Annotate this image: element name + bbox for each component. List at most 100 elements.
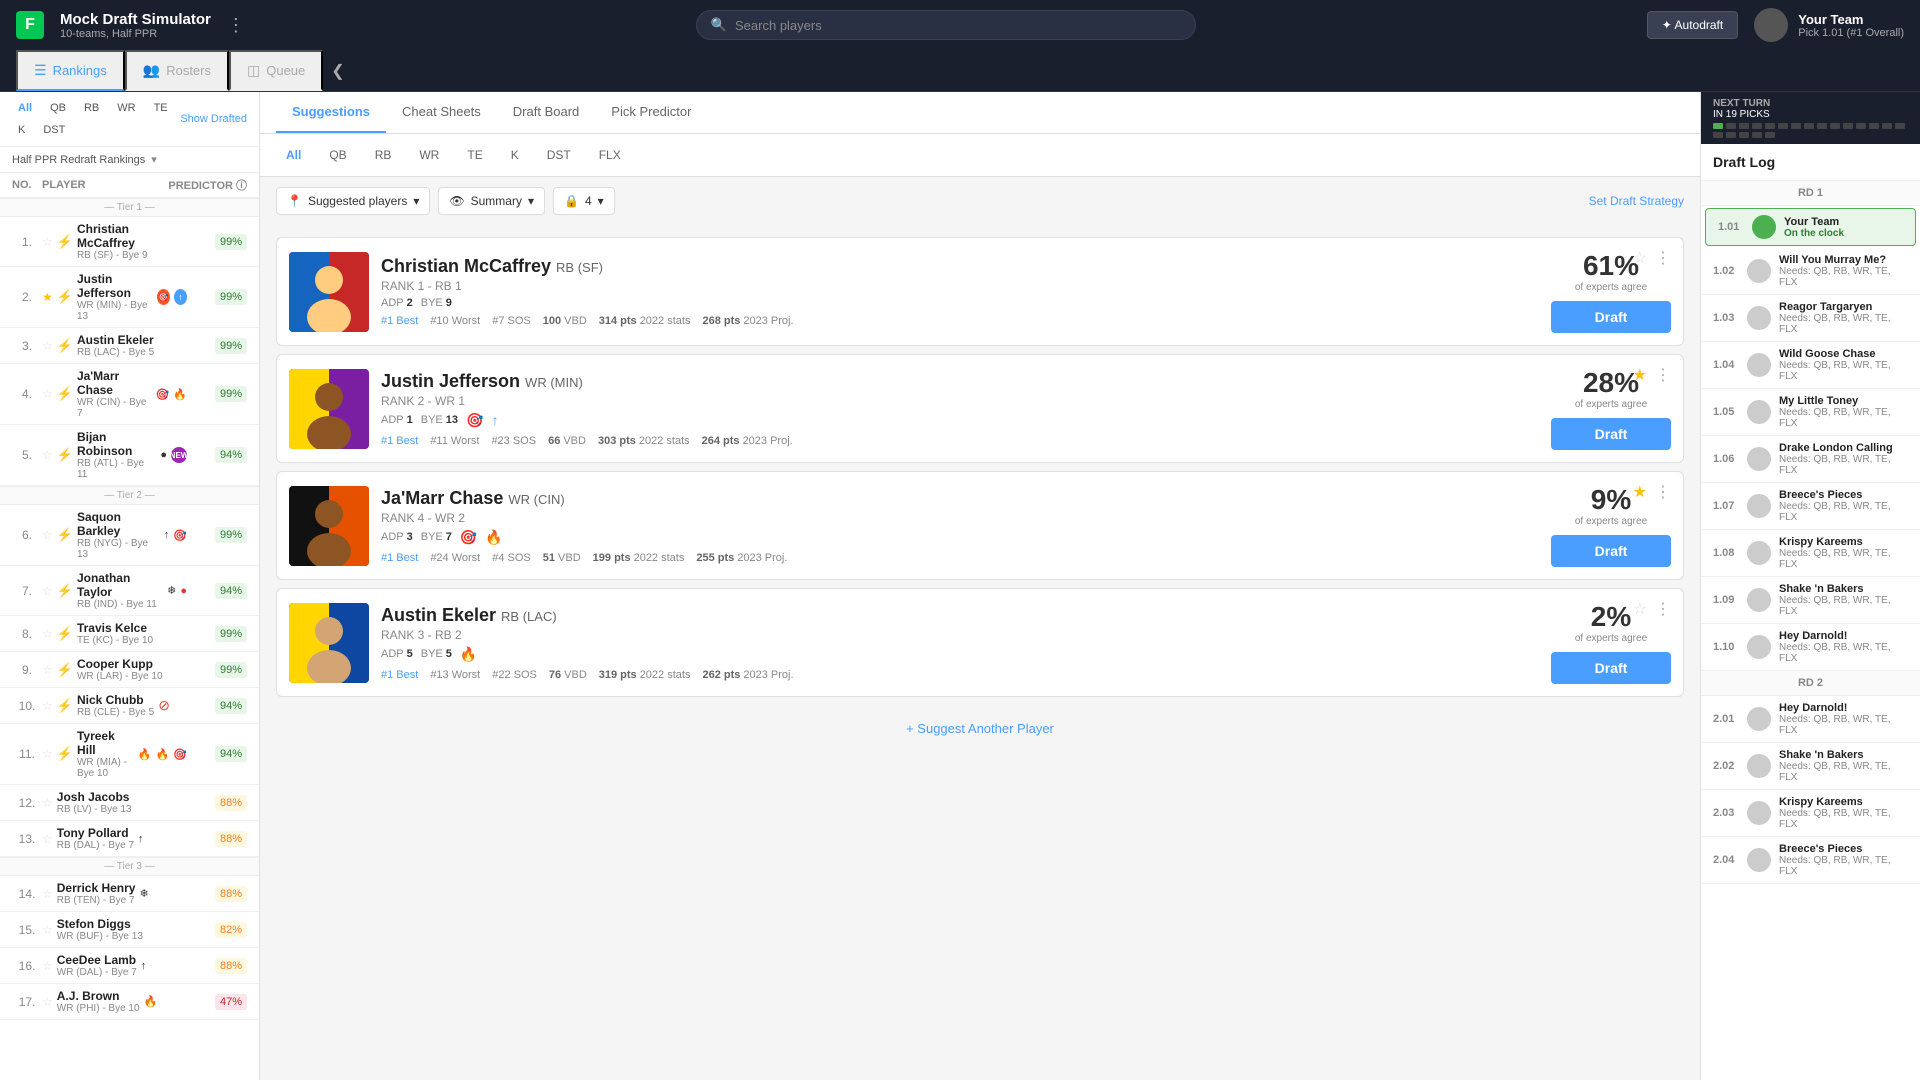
list-item[interactable]: 9. ☆ ⚡ Cooper Kupp WR (LAR) - Bye 10 99% (0, 652, 259, 688)
autodraft-button[interactable]: ✦ Autodraft (1647, 11, 1738, 39)
draft-button-chase[interactable]: Draft (1551, 535, 1671, 567)
star-icon[interactable]: ☆ (42, 528, 53, 542)
lock-dropdown[interactable]: 🔒 4 ▾ (553, 187, 615, 215)
tab-queue[interactable]: ◫ Queue (229, 50, 323, 91)
draft-pick-203[interactable]: 2.03 Krispy Kareems Needs: QB, RB, WR, T… (1701, 790, 1920, 837)
tab-suggestions[interactable]: Suggestions (276, 92, 386, 133)
pick-avatar (1747, 588, 1771, 612)
menu-icon[interactable]: ⋮ (227, 15, 245, 36)
card-stats: #1 Best #13 Worst #22 SOS 76 VBD 319 pts… (381, 669, 1539, 681)
card-star-icon[interactable]: ★ (1633, 482, 1647, 502)
list-item[interactable]: 4. ☆ ⚡ Ja'Marr Chase WR (CIN) - Bye 7 🎯 … (0, 364, 259, 425)
draft-pick-105[interactable]: 1.05 My Little Toney Needs: QB, RB, WR, … (1701, 389, 1920, 436)
star-icon[interactable]: ☆ (42, 627, 53, 641)
set-strategy-link[interactable]: Set Draft Strategy (1589, 194, 1684, 208)
card-menu-icon[interactable]: ⋮ (1655, 248, 1671, 268)
pos-filter-qb[interactable]: QB (44, 100, 72, 116)
suggested-players-dropdown[interactable]: 📍 Suggested players ▾ (276, 187, 430, 215)
list-item[interactable]: 11. ☆ ⚡ Tyreek Hill WR (MIA) - Bye 10 🔥 … (0, 724, 259, 785)
rankings-filter-arrow[interactable]: ▾ (151, 153, 157, 166)
nav-collapse-button[interactable]: ❮ (323, 50, 352, 91)
list-item[interactable]: 1. ☆ ⚡ Christian McCaffrey RB (SF) - Bye… (0, 217, 259, 267)
draft-pick-103[interactable]: 1.03 Reagor Targaryen Needs: QB, RB, WR,… (1701, 295, 1920, 342)
star-icon[interactable]: ☆ (42, 747, 53, 761)
card-menu-icon[interactable]: ⋮ (1655, 599, 1671, 619)
list-item[interactable]: 12. ☆ Josh Jacobs RB (LV) - Bye 13 88% (0, 785, 259, 821)
star-icon[interactable]: ☆ (42, 699, 53, 713)
star-icon[interactable]: ☆ (42, 796, 53, 810)
pos-filter-wr[interactable]: WR (111, 100, 141, 116)
main-filter-all[interactable]: All (276, 144, 311, 166)
card-star-icon[interactable]: ☆ (1633, 248, 1647, 268)
card-menu-icon[interactable]: ⋮ (1655, 482, 1671, 502)
star-icon[interactable]: ☆ (42, 235, 53, 249)
star-icon[interactable]: ☆ (42, 448, 53, 462)
draft-pick-106[interactable]: 1.06 Drake London Calling Needs: QB, RB,… (1701, 436, 1920, 483)
main-filter-wr[interactable]: WR (409, 144, 449, 166)
star-icon[interactable]: ☆ (42, 339, 53, 353)
draft-pick-107[interactable]: 1.07 Breece's Pieces Needs: QB, RB, WR, … (1701, 483, 1920, 530)
list-item[interactable]: 2. ★ ⚡ Justin Jefferson WR (MIN) - Bye 1… (0, 267, 259, 328)
search-input[interactable] (735, 18, 1181, 33)
draft-pick-101[interactable]: 1.01 Your Team On the clock (1705, 208, 1916, 246)
draft-button-jefferson[interactable]: Draft (1551, 418, 1671, 450)
list-item[interactable]: 15. ☆ Stefon Diggs WR (BUF) - Bye 13 82% (0, 912, 259, 948)
list-item[interactable]: 3. ☆ ⚡ Austin Ekeler RB (LAC) - Bye 5 99… (0, 328, 259, 364)
predictor-score: 82% (215, 922, 247, 938)
draft-pick-102[interactable]: 1.02 Will You Murray Me? Needs: QB, RB, … (1701, 248, 1920, 295)
draft-pick-201[interactable]: 2.01 Hey Darnold! Needs: QB, RB, WR, TE,… (1701, 696, 1920, 743)
summary-dropdown[interactable]: 👁 Summary ▾ (438, 187, 545, 215)
card-star-icon[interactable]: ★ (1633, 365, 1647, 385)
draft-pick-202[interactable]: 2.02 Shake 'n Bakers Needs: QB, RB, WR, … (1701, 743, 1920, 790)
tab-rankings[interactable]: ☰ Rankings (16, 50, 125, 91)
pos-filter-dst[interactable]: DST (37, 122, 71, 138)
list-item[interactable]: 17. ☆ A.J. Brown WR (PHI) - Bye 10 🔥 47% (0, 984, 259, 1020)
list-item[interactable]: 13. ☆ Tony Pollard RB (DAL) - Bye 7 ↑ 88… (0, 821, 259, 857)
suggest-another-link[interactable]: + Suggest Another Player (276, 705, 1684, 752)
draft-button-ekeler[interactable]: Draft (1551, 652, 1671, 684)
draft-pick-110[interactable]: 1.10 Hey Darnold! Needs: QB, RB, WR, TE,… (1701, 624, 1920, 671)
star-icon[interactable]: ☆ (42, 832, 53, 846)
list-item[interactable]: 8. ☆ ⚡ Travis Kelce TE (KC) - Bye 10 99% (0, 616, 259, 652)
tab-draft-board[interactable]: Draft Board (497, 92, 595, 133)
star-icon[interactable]: ☆ (42, 923, 53, 937)
main-filter-qb[interactable]: QB (319, 144, 356, 166)
star-icon[interactable]: ☆ (42, 584, 53, 598)
tab-rosters[interactable]: 👥 Rosters (125, 50, 229, 91)
star-icon[interactable]: ☆ (42, 387, 53, 401)
list-item[interactable]: 14. ☆ Derrick Henry RB (TEN) - Bye 7 ❄ 8… (0, 876, 259, 912)
pos-filter-te[interactable]: TE (148, 100, 174, 116)
target-icon: 🎯 (156, 388, 170, 401)
star-icon[interactable]: ☆ (42, 887, 53, 901)
card-menu-icon[interactable]: ⋮ (1655, 365, 1671, 385)
show-drafted-button[interactable]: Show Drafted (180, 113, 247, 125)
star-icon[interactable]: ★ (42, 290, 53, 304)
main-filter-k[interactable]: K (501, 144, 529, 166)
pos-filter-all[interactable]: All (12, 100, 38, 116)
main-filter-dst[interactable]: DST (537, 144, 581, 166)
pos-filter-rb[interactable]: RB (78, 100, 105, 116)
tab-pick-predictor[interactable]: Pick Predictor (595, 92, 707, 133)
list-item[interactable]: 7. ☆ ⚡ Jonathan Taylor RB (IND) - Bye 11… (0, 566, 259, 616)
star-icon[interactable]: ☆ (42, 663, 53, 677)
pos-filter-k[interactable]: K (12, 122, 31, 138)
main-filter-flx[interactable]: FLX (589, 144, 631, 166)
pick-avatar (1747, 541, 1771, 565)
star-icon[interactable]: ☆ (42, 959, 53, 973)
draft-pick-104[interactable]: 1.04 Wild Goose Chase Needs: QB, RB, WR,… (1701, 342, 1920, 389)
draft-pick-109[interactable]: 1.09 Shake 'n Bakers Needs: QB, RB, WR, … (1701, 577, 1920, 624)
main-filter-te[interactable]: TE (457, 144, 492, 166)
tab-cheat-sheets[interactable]: Cheat Sheets (386, 92, 497, 133)
draft-button-mccaffrey[interactable]: Draft (1551, 301, 1671, 333)
main-filter-rb[interactable]: RB (365, 144, 402, 166)
target-icon: 🎯 (173, 529, 187, 542)
list-item[interactable]: 16. ☆ CeeDee Lamb WR (DAL) - Bye 7 ↑ 88% (0, 948, 259, 984)
list-item[interactable]: 5. ☆ ⚡ Bijan Robinson RB (ATL) - Bye 11 … (0, 425, 259, 486)
player-pos: WR (CIN) - Bye 7 (77, 397, 152, 419)
draft-pick-108[interactable]: 1.08 Krispy Kareems Needs: QB, RB, WR, T… (1701, 530, 1920, 577)
star-icon[interactable]: ☆ (42, 995, 53, 1009)
card-star-icon[interactable]: ☆ (1633, 599, 1647, 619)
list-item[interactable]: 10. ☆ ⚡ Nick Chubb RB (CLE) - Bye 5 ⊘ 94… (0, 688, 259, 724)
list-item[interactable]: 6. ☆ ⚡ Saquon Barkley RB (NYG) - Bye 13 … (0, 505, 259, 566)
draft-pick-204[interactable]: 2.04 Breece's Pieces Needs: QB, RB, WR, … (1701, 837, 1920, 884)
